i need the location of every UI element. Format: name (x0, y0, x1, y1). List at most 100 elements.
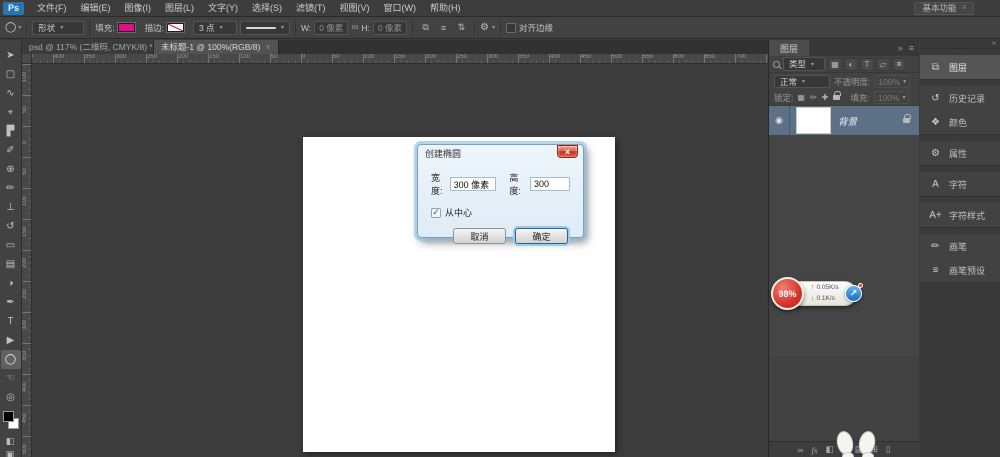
lock-all-icon[interactable] (833, 95, 840, 100)
brush-tool[interactable]: ✏ (1, 179, 21, 198)
fill-opacity-field[interactable]: 100% ▾ (874, 91, 910, 104)
move-tool[interactable]: ➤ (1, 46, 21, 65)
gradient-tool[interactable]: ▤ (1, 255, 21, 274)
pasteboard[interactable] (32, 64, 768, 457)
quick-mask-icon[interactable]: ◧ (0, 435, 20, 448)
pen-tool[interactable]: ✒ (1, 293, 21, 312)
document-tab[interactable]: psd @ 117% (二维码, CMYK/8) *× (22, 40, 154, 54)
hand-tool[interactable]: ☜ (1, 369, 21, 388)
cancel-button[interactable]: 取消 (453, 228, 506, 244)
eyedropper-tool[interactable]: ✐ (1, 141, 21, 160)
screen-mode-icon[interactable]: ▣ (0, 448, 20, 457)
menu-item-0[interactable]: 文件(F) (30, 0, 74, 16)
h-ruler[interactable]: 4504003503002502001501005005010015020025… (22, 54, 768, 64)
panel-button-history[interactable]: ↺历史记录 (920, 86, 1000, 110)
layer-name[interactable]: 背景 (838, 114, 903, 128)
healing-brush-tool[interactable]: ⊕ (1, 160, 21, 179)
menu-item-5[interactable]: 选择(S) (245, 0, 289, 16)
dodge-tool[interactable]: ◑ (1, 274, 21, 293)
type-tool[interactable]: T (1, 312, 21, 331)
blend-mode-select[interactable]: 正常 ▾ (774, 75, 830, 88)
lock-pixels-icon[interactable]: ✏ (810, 93, 817, 102)
panel-button-character-styles[interactable]: A+字符样式 (920, 203, 1000, 227)
layer-row-background[interactable]: ◉ 背景 (769, 106, 919, 135)
workspace-switcher[interactable]: 基本功能 ≡ (914, 2, 974, 15)
lasso-tool[interactable]: ∿ (1, 84, 21, 103)
stroke-style-select[interactable]: ▾ (240, 21, 290, 35)
menu-item-7[interactable]: 视图(V) (333, 0, 377, 16)
layer-list-empty-area[interactable] (769, 135, 919, 356)
filter-type-layers-icon[interactable]: T (860, 58, 874, 71)
tab-layers[interactable]: 图层 (769, 40, 809, 56)
menu-item-3[interactable]: 图层(L) (158, 0, 201, 16)
crop-tool[interactable]: ▛ (1, 122, 21, 141)
stroke-color-swatch[interactable] (167, 23, 184, 32)
ellipse-tool[interactable]: ◯ (1, 350, 21, 369)
panel-group-grip[interactable]: ··· (920, 196, 1000, 203)
filter-adjustment-layers-icon[interactable]: ◐ (844, 58, 858, 71)
ruler-origin-corner[interactable] (22, 54, 32, 64)
shape-width-field[interactable]: 0 像素 (314, 21, 348, 35)
rectangular-marquee-tool[interactable]: ▢ (1, 65, 21, 84)
menu-item-4[interactable]: 文字(Y) (201, 0, 245, 16)
network-speed-widget[interactable]: ↑ 0.05K/s ↓ 0.1K/s ↗ 98% (771, 276, 863, 312)
dialog-close-button[interactable]: × (557, 145, 578, 158)
filter-type-select[interactable]: 类型 ▾ (783, 57, 825, 71)
v-ruler[interactable]: 10050050100150200250300350400450500 (22, 64, 32, 457)
clone-stamp-tool[interactable]: ⊥ (1, 198, 21, 217)
foreground-background-colors[interactable] (0, 409, 22, 435)
gear-icon[interactable]: ⚙ (480, 22, 489, 33)
panel-button-color[interactable]: ❖颜色 (920, 110, 1000, 134)
panel-group-grip[interactable]: ··· (920, 134, 1000, 141)
tool-preset-picker[interactable]: ◯ ▾ (5, 22, 21, 33)
menu-item-2[interactable]: 图像(I) (118, 0, 159, 16)
memory-percent-ball[interactable]: 98% (771, 277, 804, 310)
layer-thumbnail[interactable] (796, 107, 831, 134)
ok-button[interactable]: 确定 (515, 228, 568, 244)
layer-visibility-toggle[interactable]: ◉ (769, 106, 790, 135)
delete-layer-icon[interactable]: ▯ (886, 444, 891, 455)
stroke-width-field[interactable]: 3 点 ▾ (193, 21, 237, 35)
panel-group-grip[interactable]: ··· (920, 165, 1000, 172)
tool-mode-select[interactable]: 形状 ▾ (32, 21, 84, 35)
panel-button-character[interactable]: A字符 (920, 172, 1000, 196)
menu-item-1[interactable]: 编辑(E) (74, 0, 118, 16)
panel-button-properties[interactable]: ⚙属性 (920, 141, 1000, 165)
filter-smart-objects-icon[interactable]: ⧈ (892, 58, 906, 71)
layer-effects-icon[interactable]: fx (811, 445, 817, 455)
path-arrangement-icon[interactable]: ⇅ (454, 20, 469, 35)
eraser-tool[interactable]: ▭ (1, 236, 21, 255)
dialog-height-input[interactable] (530, 177, 570, 191)
fill-color-swatch[interactable] (118, 23, 135, 32)
layer-mask-icon[interactable]: ◧ (826, 444, 834, 455)
path-alignment-icon[interactable]: ≡ (436, 20, 451, 35)
link-dimensions-icon[interactable]: ∞ (351, 22, 358, 33)
collapse-panels-icon[interactable]: » (920, 40, 1000, 48)
panel-group-grip[interactable]: ··· (920, 79, 1000, 86)
filter-shape-layers-icon[interactable]: ▱ (876, 58, 890, 71)
collapse-panel-icon[interactable]: » (898, 43, 903, 53)
document-tab[interactable]: 未标题-1 @ 100%(RGB/8)× (154, 40, 279, 54)
from-center-checkbox[interactable]: ✓ (431, 208, 441, 218)
menu-item-9[interactable]: 帮助(H) (423, 0, 468, 16)
history-brush-tool[interactable]: ↺ (1, 217, 21, 236)
zoom-tool[interactable]: ◎ (1, 388, 21, 407)
panel-group-grip[interactable]: ··· (920, 48, 1000, 55)
tab-close-icon[interactable]: × (265, 42, 270, 52)
path-operations-icon[interactable]: ⧉ (418, 20, 433, 35)
dialog-width-input[interactable] (450, 177, 496, 191)
quick-selection-tool[interactable]: ⌖ (1, 103, 21, 122)
foreground-color-swatch[interactable] (3, 411, 14, 422)
panel-group-grip[interactable]: ··· (920, 227, 1000, 234)
panel-button-brush-presets[interactable]: ≡画笔预设 (920, 258, 1000, 282)
align-edges-checkbox[interactable] (506, 23, 516, 33)
panel-button-layers[interactable]: ⧉图层 (920, 55, 1000, 79)
lock-transparency-icon[interactable]: ▦ (797, 93, 805, 102)
link-layers-icon[interactable]: ∞ (797, 445, 803, 455)
shape-height-field[interactable]: 0 像素 (373, 21, 407, 35)
filter-pixel-layers-icon[interactable]: ▦ (828, 58, 842, 71)
panel-menu-icon[interactable]: ≡ (909, 43, 914, 53)
path-selection-tool[interactable]: ▶ (1, 331, 21, 350)
panel-button-brush[interactable]: ✏画笔 (920, 234, 1000, 258)
opacity-field[interactable]: 100% ▾ (874, 75, 910, 88)
